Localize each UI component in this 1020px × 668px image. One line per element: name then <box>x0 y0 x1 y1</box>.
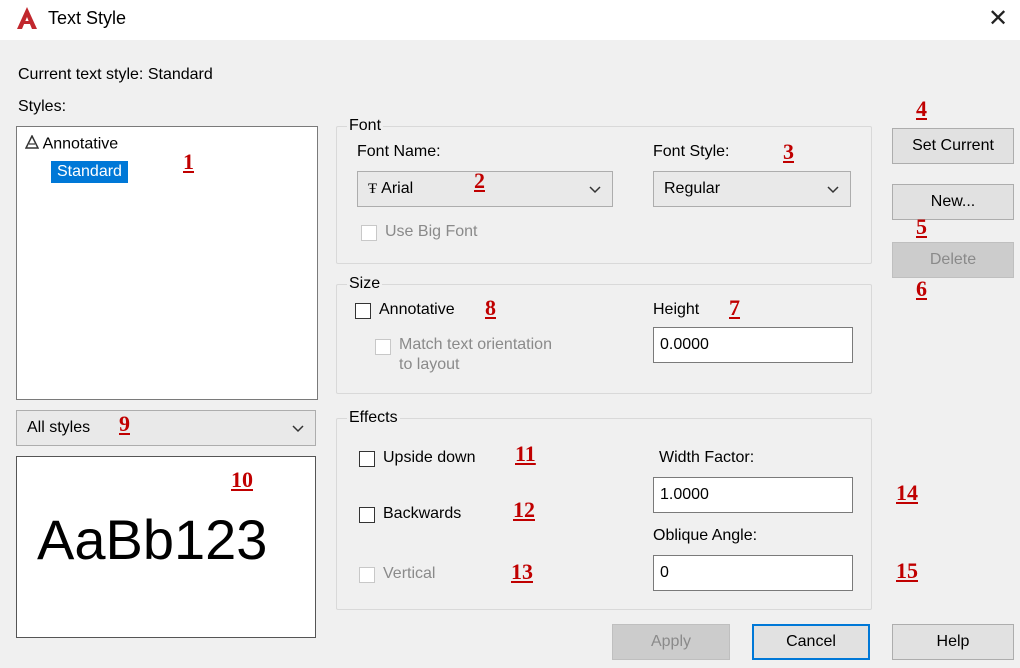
annotative-label: Annotative <box>379 301 455 318</box>
callout-14: 14 <box>896 480 918 505</box>
styles-label: Styles: <box>18 98 67 115</box>
callout-15: 15 <box>896 558 918 583</box>
styles-list[interactable]: Annotative Standard 1 <box>16 126 318 400</box>
backwards-label: Backwards <box>383 505 462 522</box>
apply-button[interactable]: Apply <box>612 624 730 660</box>
callout-7: 7 <box>729 295 740 320</box>
current-style-caption: Current text style: <box>18 66 144 83</box>
use-big-font-checkbox[interactable] <box>361 225 377 241</box>
annotative-checkbox[interactable] <box>355 303 371 319</box>
vertical-checkbox[interactable] <box>359 567 375 583</box>
width-factor-field[interactable] <box>653 477 853 513</box>
current-style-label: Current text style: Standard <box>18 66 213 84</box>
font-style-select[interactable]: Regular <box>653 171 851 207</box>
size-group: Size Annotative 8 Match text orientation… <box>336 275 872 394</box>
vertical-label: Vertical <box>383 565 436 582</box>
list-item-annotative[interactable]: Annotative <box>24 134 119 154</box>
callout-4: 4 <box>916 96 927 121</box>
close-icon[interactable]: ✕ <box>988 4 1008 33</box>
title-bar <box>0 0 1020 40</box>
callout-1: 1 <box>183 149 194 174</box>
chevron-down-icon <box>589 186 601 194</box>
font-group: Font Font Name: Ŧ Arial 2 Font Style: 3 R… <box>336 117 872 264</box>
current-style-value: Standard <box>147 66 213 83</box>
window-title: Text Style <box>48 8 127 28</box>
callout-8: 8 <box>485 295 496 320</box>
upside-down-checkbox[interactable] <box>359 451 375 467</box>
styles-filter-value: All styles <box>27 419 91 436</box>
height-label: Height <box>653 301 700 318</box>
effects-group: Effects Upside down 11 Backwards 12 Vert… <box>336 409 872 610</box>
width-factor-label: Width Factor: <box>659 449 755 466</box>
callout-3: 3 <box>783 139 794 164</box>
callout-5: 5 <box>916 214 927 239</box>
callout-12: 12 <box>513 497 535 522</box>
font-name-value-wrap: Ŧ Arial <box>368 180 413 198</box>
callout-11: 11 <box>515 441 536 466</box>
width-factor-input[interactable] <box>654 478 852 512</box>
match-orientation-line2: to layout <box>399 356 460 373</box>
font-name-label: Font Name: <box>357 143 441 160</box>
font-style-value: Regular <box>664 180 721 197</box>
set-current-button[interactable]: Set Current <box>892 128 1014 164</box>
help-button[interactable]: Help <box>892 624 1014 660</box>
oblique-angle-input[interactable] <box>654 556 852 590</box>
styles-filter-select[interactable]: All styles 9 <box>16 410 316 446</box>
backwards-checkbox[interactable] <box>359 507 375 523</box>
match-orientation-line1: Match text orientation <box>399 336 552 353</box>
callout-9: 9 <box>119 411 130 436</box>
height-input[interactable] <box>654 328 852 362</box>
match-orientation-checkbox[interactable] <box>375 339 391 355</box>
cancel-button[interactable]: Cancel <box>752 624 870 660</box>
callout-2: 2 <box>474 168 485 193</box>
oblique-angle-label: Oblique Angle: <box>653 527 758 544</box>
match-orientation-label: Match text orientation to layout <box>399 335 552 375</box>
font-name-select[interactable]: Ŧ Arial 2 <box>357 168 613 207</box>
chevron-down-icon <box>292 425 304 433</box>
list-item-standard[interactable]: Standard <box>51 161 128 183</box>
autocad-a-icon <box>16 6 38 30</box>
size-group-label: Size <box>347 275 383 293</box>
font-style-label: Font Style: <box>653 143 730 160</box>
upside-down-label: Upside down <box>383 449 476 466</box>
new-button[interactable]: New... <box>892 184 1014 220</box>
callout-6: 6 <box>916 276 927 301</box>
font-group-label: Font <box>347 117 384 135</box>
chevron-down-icon <box>827 186 839 194</box>
height-field[interactable] <box>653 327 853 363</box>
effects-group-label: Effects <box>347 409 400 427</box>
preview-box: 10 AaBb123 <box>16 456 316 638</box>
oblique-angle-field[interactable] <box>653 555 853 591</box>
truetype-icon: Ŧ <box>368 181 378 197</box>
use-big-font-label: Use Big Font <box>385 223 478 240</box>
list-item-label: Annotative <box>42 135 119 153</box>
delete-button[interactable]: Delete <box>892 242 1014 278</box>
callout-10: 10 <box>231 467 253 492</box>
preview-text: AaBb123 <box>37 508 268 571</box>
annotative-icon <box>24 134 40 154</box>
font-name-value: Arial <box>381 180 414 197</box>
callout-13: 13 <box>511 559 533 584</box>
